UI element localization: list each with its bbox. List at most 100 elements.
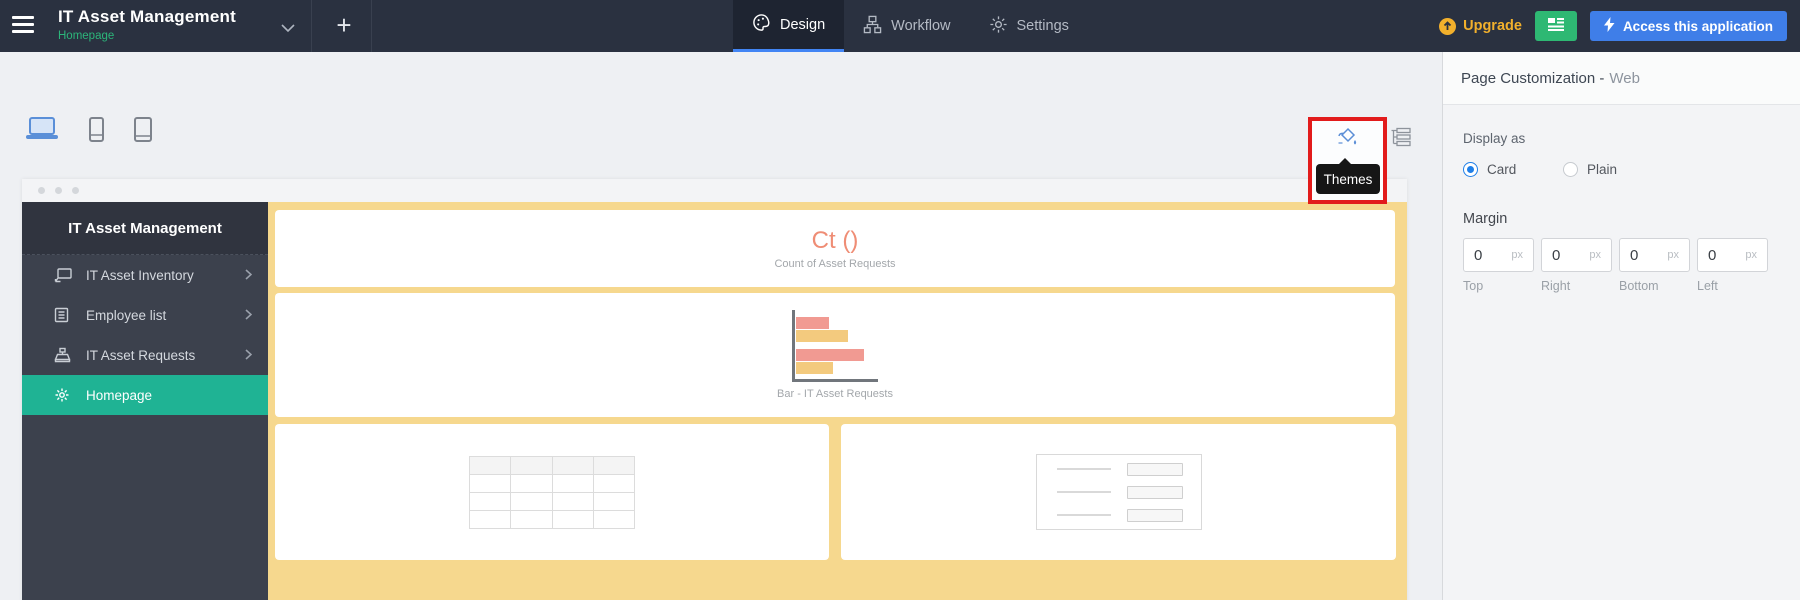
margin-top-input[interactable] bbox=[1474, 246, 1502, 264]
app-builder-window: IT Asset Management Homepage + Design Wo… bbox=[0, 0, 1800, 600]
access-application-button[interactable]: Access this application bbox=[1589, 11, 1787, 41]
tab-design-label: Design bbox=[780, 16, 826, 33]
margin-left-label: Left bbox=[1697, 279, 1718, 293]
sidebar-item-label: IT Asset Requests bbox=[86, 347, 196, 363]
employee-list-icon bbox=[54, 307, 72, 323]
placeholder-field bbox=[1126, 508, 1183, 522]
table-cell bbox=[511, 492, 553, 511]
radio-option-plain[interactable]: Plain bbox=[1563, 162, 1663, 177]
sidebar-item-employee-list[interactable]: Employee list bbox=[22, 295, 268, 335]
margin-unit-label: px bbox=[1589, 249, 1601, 261]
table-cell bbox=[593, 492, 635, 511]
window-dot bbox=[55, 187, 62, 194]
list-placeholder bbox=[1035, 454, 1202, 530]
table-cell bbox=[552, 474, 594, 493]
add-component-button[interactable]: + bbox=[318, 0, 370, 52]
sidebar-item-label: Homepage bbox=[86, 387, 153, 403]
page-customization-panel: Page Customization - Web Display as Card… bbox=[1442, 52, 1800, 600]
themes-icon[interactable] bbox=[1334, 124, 1362, 152]
hamburger-menu-icon[interactable] bbox=[12, 16, 38, 36]
radio-plain-label: Plain bbox=[1587, 162, 1618, 177]
window-dot bbox=[38, 187, 45, 194]
bar-chart-widget-card[interactable]: Bar - IT Asset Requests bbox=[275, 293, 1395, 417]
margin-right-input[interactable] bbox=[1552, 246, 1580, 264]
margin-unit-label: px bbox=[1667, 249, 1679, 261]
margin-unit-label: px bbox=[1511, 249, 1523, 261]
table-cell bbox=[470, 492, 512, 511]
table-cell bbox=[511, 510, 553, 529]
tab-workflow[interactable]: Workflow bbox=[844, 0, 969, 52]
margin-bottom-input[interactable] bbox=[1630, 246, 1658, 264]
sidebar-item-label: IT Asset Inventory bbox=[86, 267, 194, 283]
table-cell bbox=[511, 474, 553, 493]
workflow-icon bbox=[863, 15, 882, 38]
laptop-icon[interactable] bbox=[25, 116, 59, 147]
margin-left-input[interactable] bbox=[1708, 246, 1736, 264]
sidebar-item-label: Employee list bbox=[86, 307, 167, 323]
inventory-icon bbox=[54, 267, 72, 283]
count-widget-card[interactable]: Ct () Count of Asset Requests bbox=[275, 210, 1395, 287]
table-cell bbox=[593, 474, 635, 493]
upgrade-arrow-icon bbox=[1439, 17, 1457, 35]
radio-unselected-icon[interactable] bbox=[1563, 162, 1578, 177]
main-tabs: Design Workflow Settings bbox=[733, 0, 1088, 52]
table-cell bbox=[593, 510, 635, 529]
gear-icon bbox=[989, 15, 1008, 38]
feed-button[interactable] bbox=[1534, 11, 1577, 41]
table-placeholder bbox=[469, 455, 635, 529]
radio-selected-icon[interactable] bbox=[1463, 162, 1478, 177]
radio-option-card[interactable]: Card bbox=[1463, 162, 1563, 177]
margin-input-box: px bbox=[1697, 238, 1768, 272]
topbar-divider bbox=[311, 0, 312, 52]
table-cell bbox=[470, 510, 512, 529]
margin-group-right: px Right bbox=[1541, 238, 1612, 293]
tab-settings-label: Settings bbox=[1016, 18, 1069, 34]
asset-requests-icon bbox=[54, 347, 72, 363]
placeholder-field bbox=[1126, 462, 1183, 476]
margin-section-label: Margin bbox=[1463, 211, 1508, 227]
margin-input-box: px bbox=[1619, 238, 1690, 272]
chevron-right-icon bbox=[245, 268, 253, 283]
topbar-actions: Upgrade Access this application bbox=[1439, 0, 1787, 52]
margin-inputs-row: px Top px Right px Bottom bbox=[1463, 238, 1780, 293]
margin-unit-label: px bbox=[1745, 249, 1757, 261]
table-cell bbox=[511, 456, 553, 475]
preview-sidebar: IT Asset Management IT Asset Inventory E… bbox=[22, 202, 268, 600]
canvas-body: IT Asset Management IT Asset Inventory E… bbox=[22, 202, 1407, 600]
themes-tooltip: Themes bbox=[1316, 158, 1380, 194]
window-dot bbox=[72, 187, 79, 194]
tab-design[interactable]: Design bbox=[733, 0, 845, 52]
table-widget-card[interactable] bbox=[275, 424, 829, 560]
layout-structure-icon[interactable] bbox=[1390, 127, 1412, 147]
table-cell bbox=[593, 456, 635, 475]
margin-group-left: px Left bbox=[1697, 238, 1768, 293]
browser-chrome-strip bbox=[22, 179, 1407, 202]
preview-content-area: Ct () Count of Asset Requests Bar - IT A… bbox=[268, 202, 1407, 600]
preview-sidebar-title: IT Asset Management bbox=[22, 202, 268, 255]
placeholder-line bbox=[1056, 491, 1111, 493]
sidebar-item-it-asset-requests[interactable]: IT Asset Requests bbox=[22, 335, 268, 375]
palette-icon bbox=[752, 13, 771, 36]
homepage-icon bbox=[54, 387, 72, 403]
panel-title: Page Customization - bbox=[1461, 69, 1605, 87]
chevron-right-icon bbox=[245, 348, 253, 363]
count-widget-value: Ct () bbox=[811, 227, 859, 254]
phone-icon[interactable] bbox=[89, 116, 104, 147]
sidebar-item-it-asset-inventory[interactable]: IT Asset Inventory bbox=[22, 255, 268, 295]
list-widget-card[interactable] bbox=[841, 424, 1396, 560]
bar-chart-placeholder bbox=[792, 310, 878, 382]
current-page-name: Homepage bbox=[58, 30, 115, 42]
bar-chart-bars bbox=[796, 317, 878, 374]
sidebar-item-homepage[interactable]: Homepage bbox=[22, 375, 268, 415]
placeholder-line bbox=[1056, 468, 1111, 470]
app-switcher-chevron-down-icon[interactable] bbox=[280, 20, 296, 38]
tablet-icon[interactable] bbox=[134, 116, 152, 147]
upgrade-button[interactable]: Upgrade bbox=[1439, 17, 1522, 35]
table-cell bbox=[470, 456, 512, 475]
upgrade-label: Upgrade bbox=[1463, 18, 1522, 34]
margin-right-label: Right bbox=[1541, 279, 1571, 293]
app-title-block: IT Asset Management Homepage bbox=[58, 7, 236, 42]
tab-settings[interactable]: Settings bbox=[970, 0, 1088, 52]
placeholder-line bbox=[1056, 514, 1111, 516]
margin-input-box: px bbox=[1541, 238, 1612, 272]
